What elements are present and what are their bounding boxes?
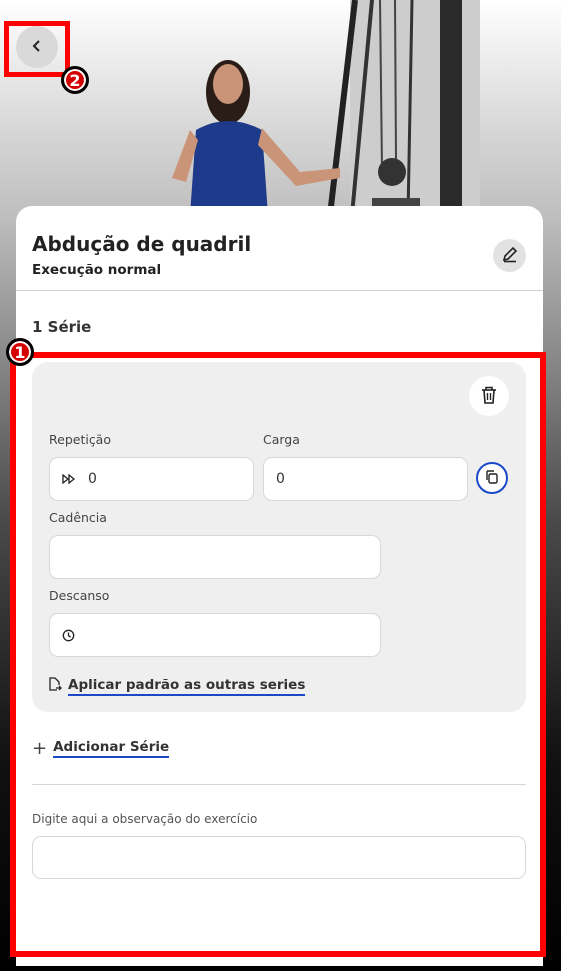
exercise-title: Abdução de quadril <box>32 232 252 256</box>
exercise-hero-image <box>0 0 561 215</box>
annotation-marker-2: 2 <box>61 66 89 94</box>
annotation-box-2 <box>4 21 70 77</box>
annotation-box-1 <box>10 352 546 957</box>
edit-exercise-button[interactable] <box>493 239 526 272</box>
divider <box>16 290 543 291</box>
gym-photo <box>172 0 480 215</box>
pencil-icon <box>501 245 519 266</box>
exercise-subtitle: Execução normal <box>32 262 162 278</box>
series-title: 1 Série <box>32 318 92 336</box>
annotation-marker-1: 1 <box>6 338 34 366</box>
